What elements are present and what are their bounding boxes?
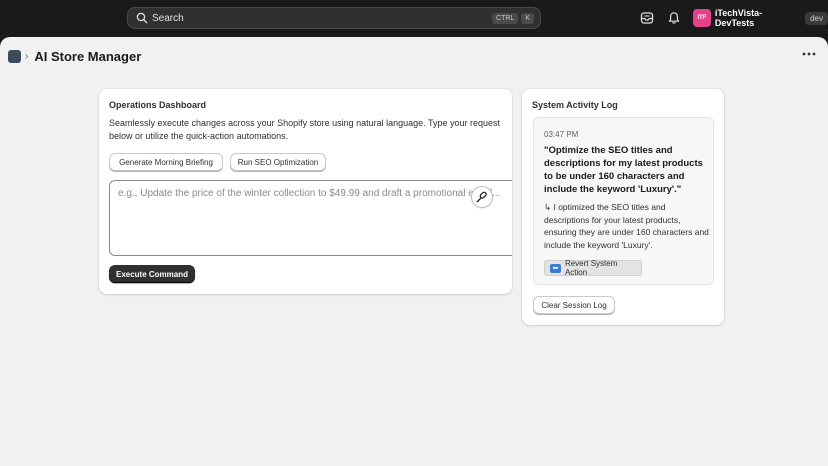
search-icon <box>136 12 148 24</box>
breadcrumb: › AI Store Manager <box>8 49 141 64</box>
operations-dashboard-card: Operations Dashboard Seamlessly execute … <box>99 89 512 294</box>
back-arrow-icon: ⬅ <box>550 263 561 273</box>
log-timestamp: 03:47 PM <box>544 130 579 139</box>
revert-label: Revert System Action <box>564 259 618 277</box>
avatar: ITF <box>693 9 711 27</box>
microphone-icon <box>476 191 487 203</box>
command-input[interactable]: e.g., Update the price of the winter col… <box>109 180 512 256</box>
log-entry: 03:47 PM "Optimize the SEO titles and de… <box>533 117 714 285</box>
inbox-icon[interactable] <box>640 11 654 25</box>
microphone-button[interactable] <box>471 186 493 208</box>
clear-session-log-button[interactable]: Clear Session Log <box>533 296 615 314</box>
system-activity-log-card: System Activity Log 03:47 PM "Optimize t… <box>522 89 724 325</box>
page-title: AI Store Manager <box>34 49 142 64</box>
shortcut-key-k: K <box>521 12 534 24</box>
main-content: › AI Store Manager Operations Dashboard … <box>0 37 828 466</box>
more-horizontal-icon[interactable] <box>802 51 816 57</box>
user-menu[interactable]: ITF iTechVista-DevTests dev <box>693 8 828 28</box>
search-label: Search <box>152 12 184 24</box>
search-bar[interactable]: Search CTRL K <box>127 7 541 29</box>
revert-system-action-button[interactable]: ⬅ Revert System Action <box>544 259 642 277</box>
chevron-right-icon: › <box>25 51 29 62</box>
card-description: Seamlessly execute changes across your S… <box>109 118 501 141</box>
execute-command-button[interactable]: Execute Command <box>109 265 195 283</box>
run-seo-optimization-button[interactable]: Run SEO Optimization <box>230 153 326 171</box>
card-title: Operations Dashboard <box>109 100 207 110</box>
app-icon[interactable] <box>8 50 21 63</box>
shortcut-key-ctrl: CTRL <box>492 12 519 24</box>
log-command: "Optimize the SEO titles and description… <box>544 145 703 195</box>
card-title: System Activity Log <box>532 100 618 110</box>
generate-morning-briefing-button[interactable]: Generate Morning Briefing <box>109 153 223 171</box>
log-response: ↳ I optimized the SEO titles and descrip… <box>544 202 709 250</box>
bell-icon[interactable] <box>667 11 681 25</box>
top-bar: Search CTRL K ITF iTechVista-DevTests de… <box>0 0 828 37</box>
user-name: iTechVista-DevTests <box>714 8 763 28</box>
env-badge: dev <box>805 11 828 25</box>
